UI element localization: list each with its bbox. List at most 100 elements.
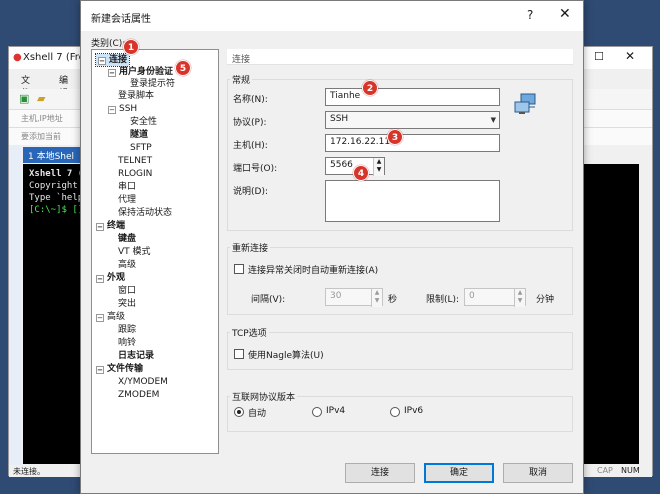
nagle-checkbox[interactable] bbox=[234, 349, 244, 359]
collapse-icon[interactable]: − bbox=[96, 275, 104, 283]
cancel-button[interactable]: 取消 bbox=[503, 463, 573, 483]
xshell-logo-icon: ● bbox=[13, 52, 22, 63]
chevron-down-icon: ▼ bbox=[490, 116, 496, 124]
interval-value: 30 bbox=[330, 291, 342, 301]
name-field[interactable]: Tianhe bbox=[325, 88, 500, 106]
protocol-select[interactable]: SSH ▼ bbox=[325, 111, 500, 129]
tcp-group-title: TCP选项 bbox=[230, 326, 269, 339]
tree-item-connection[interactable]: − 连接 bbox=[94, 53, 131, 67]
interval-unit: 秒 bbox=[388, 295, 398, 305]
tree-item-sftp[interactable]: SFTP bbox=[130, 142, 152, 154]
tree-item-label: 高级 bbox=[107, 312, 126, 322]
annotation-badge-1: 1 bbox=[123, 39, 139, 55]
session-sidebar bbox=[9, 145, 21, 465]
tree-item-terminal-advanced[interactable]: 高级 bbox=[118, 259, 136, 271]
close-icon[interactable]: ✕ bbox=[559, 6, 571, 22]
ip-auto-label: 自动 bbox=[248, 409, 267, 419]
spin-buttons[interactable]: ▲ ▼ bbox=[373, 158, 384, 176]
description-label: 说明(D): bbox=[233, 187, 268, 197]
tree-item-appearance[interactable]: − 外观 bbox=[96, 272, 125, 284]
tree-item-user-auth[interactable]: − 用户身份验证 bbox=[108, 66, 173, 78]
auto-reconnect-checkbox[interactable] bbox=[234, 264, 244, 274]
ipv4-radio[interactable] bbox=[312, 407, 322, 417]
tree-item-xymodem[interactable]: X/YMODEM bbox=[118, 376, 168, 388]
host-field[interactable]: 172.16.22.11 bbox=[325, 134, 500, 152]
auto-reconnect-label: 连接异常关闭时自动重新连接(A) bbox=[248, 266, 379, 276]
ip-version-group-title: 互联网协议版本 bbox=[230, 390, 298, 403]
dialog-title: 新建会话属性 bbox=[91, 14, 151, 25]
limit-label: 限制(L): bbox=[426, 295, 460, 305]
limit-unit: 分钟 bbox=[536, 295, 555, 305]
collapse-icon[interactable]: − bbox=[96, 223, 104, 231]
annotation-badge-5: 5 bbox=[175, 60, 191, 76]
category-label: 类别(C): bbox=[91, 39, 126, 49]
session-hint-text: 要添加当前 bbox=[21, 132, 61, 141]
address-hint: 主机,IP地址 bbox=[21, 114, 63, 123]
tree-item-login-scripts[interactable]: 登录脚本 bbox=[118, 90, 154, 102]
tree-item-zmodem[interactable]: ZMODEM bbox=[118, 389, 159, 401]
collapse-icon[interactable]: − bbox=[98, 57, 106, 65]
tree-item-label: 用户身份验证 bbox=[119, 67, 174, 77]
tree-item-label: 文件传输 bbox=[107, 364, 144, 374]
tree-item-ssh[interactable]: − SSH bbox=[108, 103, 137, 115]
tree-item-login-prompts[interactable]: 登录提示符 bbox=[130, 78, 175, 90]
collapse-icon[interactable]: − bbox=[108, 106, 116, 114]
panel-header: 连接 bbox=[227, 49, 573, 65]
open-folder-icon[interactable]: ▰ bbox=[37, 92, 45, 105]
nagle-label: 使用Nagle算法(U) bbox=[248, 351, 324, 361]
spin-buttons: ▲ ▼ bbox=[371, 289, 382, 307]
tree-item-logging[interactable]: 日志记录 bbox=[118, 350, 154, 362]
interval-label: 间隔(V): bbox=[251, 295, 286, 305]
spin-buttons: ▲ ▼ bbox=[514, 289, 525, 307]
tree-item-tunneling[interactable]: 隧道 bbox=[130, 129, 148, 141]
connect-button[interactable]: 连接 bbox=[345, 463, 415, 483]
panel-header-title: 连接 bbox=[232, 55, 251, 65]
name-label: 名称(N): bbox=[233, 95, 268, 105]
port-label: 端口号(O): bbox=[233, 164, 278, 174]
tree-item-serial[interactable]: 串口 bbox=[118, 181, 136, 193]
ipv6-radio[interactable] bbox=[390, 407, 400, 417]
tree-item-rlogin[interactable]: RLOGIN bbox=[118, 168, 152, 180]
new-session-icon[interactable]: ▣ bbox=[19, 92, 29, 105]
tree-item-advanced[interactable]: − 高级 bbox=[96, 311, 125, 323]
help-icon[interactable]: ? bbox=[527, 8, 533, 22]
protocol-value: SSH bbox=[330, 114, 349, 124]
tree-item-window[interactable]: 窗口 bbox=[118, 285, 136, 297]
collapse-icon[interactable]: − bbox=[96, 314, 104, 322]
maximize-icon[interactable]: ☐ bbox=[594, 50, 604, 63]
description-field[interactable] bbox=[325, 180, 500, 222]
ip-auto-radio[interactable] bbox=[234, 407, 244, 417]
tree-item-vt-mode[interactable]: VT 模式 bbox=[118, 246, 151, 258]
tree-item-label: 外观 bbox=[107, 273, 126, 283]
tree-item-label: SSH bbox=[119, 104, 138, 114]
protocol-label: 协议(P): bbox=[233, 118, 267, 128]
tree-item-trace[interactable]: 跟踪 bbox=[118, 324, 136, 336]
tree-item-telnet[interactable]: TELNET bbox=[118, 155, 152, 167]
annotation-badge-2: 2 bbox=[362, 80, 378, 96]
tree-item-keepalive[interactable]: 保持活动状态 bbox=[118, 207, 172, 219]
tree-item-terminal[interactable]: − 终端 bbox=[96, 220, 125, 232]
ip-version-group: 互联网协议版本 bbox=[227, 390, 573, 432]
ipv6-label: IPv6 bbox=[404, 406, 424, 416]
terminal-scrollbar[interactable] bbox=[639, 145, 651, 465]
tree-item-keyboard[interactable]: 键盘 bbox=[118, 233, 136, 245]
tree-item-security[interactable]: 安全性 bbox=[130, 116, 157, 128]
category-tree[interactable]: − 连接 − 用户身份验证 登录提示符 登录脚本 − SSH 安全性 隧道 SFTP … bbox=[91, 49, 219, 454]
collapse-icon[interactable]: − bbox=[96, 366, 104, 374]
session-properties-dialog: 新建会话属性 ? ✕ 类别(C): − 连接 − 用户身份验证 登录提示符 登录脚本… bbox=[80, 0, 584, 494]
ok-button[interactable]: 确定 bbox=[424, 463, 494, 483]
collapse-icon[interactable]: − bbox=[108, 69, 116, 77]
tree-item-proxy[interactable]: 代理 bbox=[118, 194, 136, 206]
dialog-title-bar: 新建会话属性 ? ✕ bbox=[81, 1, 583, 31]
annotation-badge-3: 3 bbox=[387, 129, 403, 145]
tree-item-label: 连接 bbox=[109, 55, 128, 65]
ipv4-label: IPv4 bbox=[326, 406, 346, 416]
tree-item-bell[interactable]: 响铃 bbox=[118, 337, 136, 349]
reconnect-group-title: 重新连接 bbox=[230, 241, 271, 254]
close-icon[interactable]: ✕ bbox=[625, 49, 635, 63]
status-text: 未连接。 bbox=[13, 467, 45, 476]
tree-item-highlight[interactable]: 突出 bbox=[118, 298, 136, 310]
caps-indicator: CAP bbox=[597, 466, 613, 475]
tree-item-file-transfer[interactable]: − 文件传输 bbox=[96, 363, 143, 375]
port-value: 5566 bbox=[330, 160, 353, 170]
